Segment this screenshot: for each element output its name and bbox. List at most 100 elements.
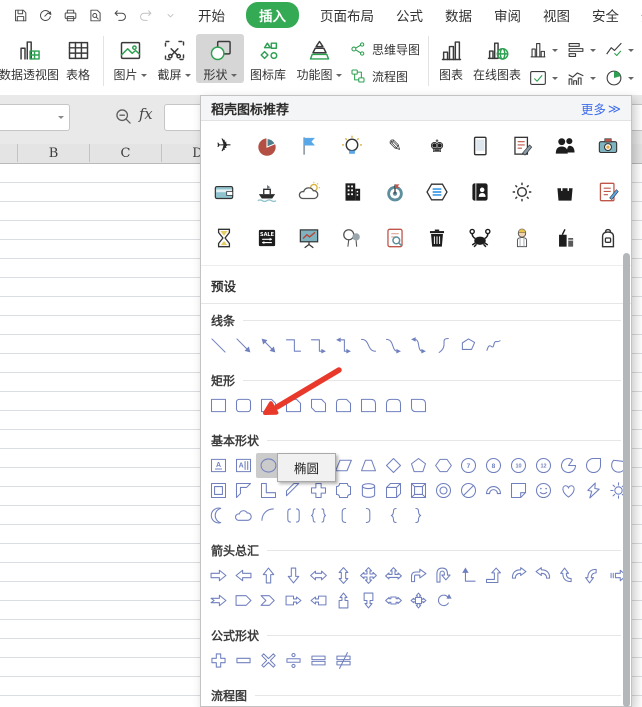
- shape-left-right-up-arrow[interactable]: [381, 563, 406, 588]
- backpack-icon[interactable]: [593, 223, 622, 252]
- shape-quad-arrow-callout[interactable]: [406, 588, 431, 613]
- shape-curved-left-arrow[interactable]: [531, 563, 556, 588]
- screenshot-button[interactable]: 截屏: [153, 35, 195, 82]
- drink-icon[interactable]: [551, 223, 580, 252]
- shape-curved-arrow-connector[interactable]: [381, 333, 406, 358]
- shape-left-arrow-callout[interactable]: [306, 588, 331, 613]
- shape-left-right-arrow[interactable]: [306, 563, 331, 588]
- shape-round-diagonal-corner-rectangle[interactable]: [406, 393, 431, 418]
- shape-round-same-side-corner-rectangle[interactable]: [381, 393, 406, 418]
- shape-curved-connector[interactable]: [356, 333, 381, 358]
- shape-rounded-rectangle[interactable]: [231, 393, 256, 418]
- wallet-icon[interactable]: [210, 177, 239, 206]
- shape-octagon[interactable]: 8: [481, 453, 506, 478]
- shape-double-bracket[interactable]: [281, 503, 306, 528]
- shape-curved-down-arrow[interactable]: [581, 563, 606, 588]
- shape-double-brace[interactable]: [306, 503, 331, 528]
- tab-页面布局[interactable]: 页面布局: [319, 3, 375, 27]
- note-pen-icon[interactable]: [593, 177, 622, 206]
- shape-elbow-connector[interactable]: [281, 333, 306, 358]
- contact-book-icon[interactable]: [465, 177, 494, 206]
- shape-curve[interactable]: [431, 333, 456, 358]
- target-icon[interactable]: [380, 177, 409, 206]
- shape-pentagon-arrow[interactable]: [231, 588, 256, 613]
- shape-curved-double-arrow-connector[interactable]: [406, 333, 431, 358]
- shape-donut[interactable]: [431, 478, 456, 503]
- shape-teardrop[interactable]: [581, 453, 606, 478]
- shape-up-down-arrow[interactable]: [331, 563, 356, 588]
- tab-安全[interactable]: 安全: [591, 3, 620, 27]
- pie-chart-icon[interactable]: [252, 131, 281, 160]
- tab-审阅[interactable]: 审阅: [493, 3, 522, 27]
- name-box[interactable]: [0, 104, 70, 131]
- shape-pentagon[interactable]: [406, 453, 431, 478]
- shape-text-box[interactable]: A: [206, 453, 231, 478]
- shape-down-arrow[interactable]: [281, 563, 306, 588]
- people-icon[interactable]: [551, 131, 580, 160]
- shape-heptagon[interactable]: 7: [456, 453, 481, 478]
- online-chart-button[interactable]: 在线图表: [469, 35, 525, 82]
- column-chart-button[interactable]: [527, 37, 565, 63]
- picture-button[interactable]: 图片: [109, 35, 151, 82]
- document-edit-icon[interactable]: [508, 131, 537, 160]
- shape-line-arrow[interactable]: [231, 333, 256, 358]
- shape-left-brace[interactable]: [381, 503, 406, 528]
- tab-插入[interactable]: 插入: [246, 2, 299, 28]
- shape-decagon[interactable]: 10: [506, 453, 531, 478]
- shape-vertical-text-box[interactable]: A: [231, 453, 256, 478]
- column-header-partial[interactable]: [0, 144, 18, 162]
- shape-snip-diagonal-corner-rectangle[interactable]: [306, 393, 331, 418]
- shape-snip-and-round-single-corner-rectangle[interactable]: [331, 393, 356, 418]
- shape-half-frame[interactable]: [231, 478, 256, 503]
- balloons-icon[interactable]: [338, 223, 367, 252]
- shape-curved-up-arrow[interactable]: [556, 563, 581, 588]
- panel-scrollbar-thumb[interactable]: [623, 253, 630, 707]
- document-search-icon[interactable]: [380, 223, 409, 252]
- undo-icon[interactable]: [108, 3, 133, 27]
- gear-icon[interactable]: [508, 177, 537, 206]
- smart-diagram-button[interactable]: 功能图: [294, 35, 344, 82]
- shape-line-double-arrow[interactable]: [256, 333, 281, 358]
- shape-arc[interactable]: [256, 503, 281, 528]
- shape-right-brace[interactable]: [406, 503, 431, 528]
- tablet-icon[interactable]: [465, 131, 494, 160]
- column-header-C[interactable]: C: [90, 144, 162, 162]
- shape-right-bracket[interactable]: [356, 503, 381, 528]
- save-icon[interactable]: [8, 3, 33, 27]
- hourglass-icon[interactable]: [210, 223, 239, 252]
- sale-board-icon[interactable]: SALE: [252, 223, 281, 252]
- shape-frame[interactable]: [206, 478, 231, 503]
- table-button[interactable]: 表格: [59, 35, 97, 82]
- shape-smiley-face[interactable]: [531, 478, 556, 503]
- shape-up-arrow[interactable]: [256, 563, 281, 588]
- shape-minus[interactable]: [231, 648, 256, 673]
- shape-down-arrow-callout[interactable]: [356, 588, 381, 613]
- shape-bent-up-arrow[interactable]: [481, 563, 506, 588]
- print-icon[interactable]: [58, 3, 83, 27]
- flow-chart-button[interactable]: 流程图: [349, 67, 408, 85]
- shape-quad-arrow[interactable]: [356, 563, 381, 588]
- shape-elbow-arrow-connector[interactable]: [306, 333, 331, 358]
- shape-block-arc[interactable]: [481, 478, 506, 503]
- shape-notched-right-arrow[interactable]: [206, 588, 231, 613]
- weather-icon[interactable]: [295, 177, 324, 206]
- shape-divide[interactable]: [281, 648, 306, 673]
- shape-snip-same-side-corner-rectangle[interactable]: [281, 393, 306, 418]
- shape-round-single-corner-rectangle[interactable]: [356, 393, 381, 418]
- mind-map-button[interactable]: 思维导图: [349, 40, 420, 58]
- shopping-bag-icon[interactable]: [551, 177, 580, 206]
- shape-no-symbol[interactable]: [456, 478, 481, 503]
- shape-circular-arrow[interactable]: [431, 588, 456, 613]
- shape-moon[interactable]: [206, 503, 231, 528]
- more-link[interactable]: 更多 ≫: [581, 99, 621, 118]
- shape-trapezoid[interactable]: [356, 453, 381, 478]
- tab-数据[interactable]: 数据: [444, 3, 473, 27]
- shape-cloud[interactable]: [231, 503, 256, 528]
- shape-right-arrow-callout[interactable]: [281, 588, 306, 613]
- tab-开始[interactable]: 开始: [197, 3, 226, 27]
- shape-multiply[interactable]: [256, 648, 281, 673]
- shape-left-bracket[interactable]: [331, 503, 356, 528]
- shape-snip-single-corner-rectangle[interactable]: [256, 393, 281, 418]
- export-pdf-icon[interactable]: [33, 3, 58, 27]
- tab-公式[interactable]: 公式: [395, 3, 424, 27]
